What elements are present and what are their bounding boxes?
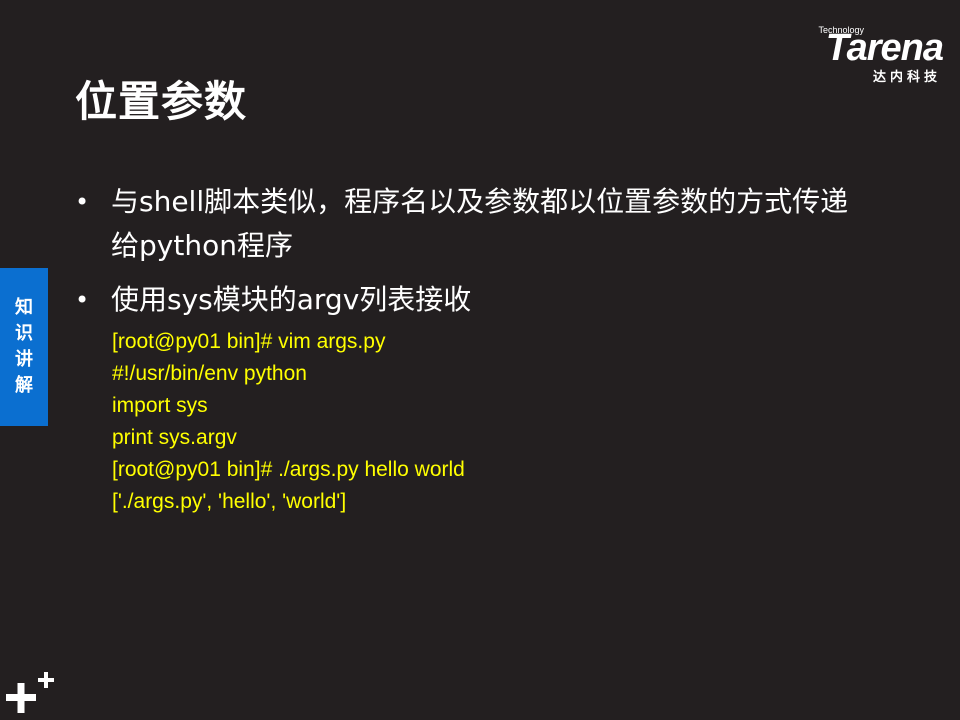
code-line: ['./args.py', 'hello', 'world'] (112, 490, 347, 513)
code-line: [root@py01 bin]# ./args.py hello world (112, 458, 465, 481)
logo-wordmark: Tarena (825, 27, 944, 69)
bullet-text: 使用sys模块的argv列表接收 (111, 283, 472, 316)
bullet-item: • 使用sys模块的argv列表接收 (75, 278, 875, 322)
code-line: [root@py01 bin]# vim args.py (112, 330, 386, 353)
bullet-text: 与shell脚本类似，程序名以及参数都以位置参数的方式传递给python程序 (111, 185, 849, 262)
bullet-dot-icon: • (75, 188, 90, 216)
tarena-logo: Technology Tarena 达内科技 (783, 22, 944, 85)
bullet-list: • 与shell脚本类似，程序名以及参数都以位置参数的方式传递给python程序… (75, 180, 875, 322)
plus-plus-icon (6, 672, 54, 713)
code-block: [root@py01 bin]# vim args.py #!/usr/bin/… (112, 326, 465, 518)
bullet-item: • 与shell脚本类似，程序名以及参数都以位置参数的方式传递给python程序 (75, 180, 875, 268)
side-tab-label: 知识讲解 (15, 297, 33, 396)
code-line: #!/usr/bin/env python (112, 362, 307, 385)
slide: Technology Tarena 达内科技 位置参数 知识讲解 • 与shel… (0, 0, 960, 720)
logo-chinese-name: 达内科技 (872, 70, 941, 85)
code-line: import sys (112, 394, 208, 417)
side-tab: 知识讲解 (0, 268, 48, 426)
code-line: print sys.argv (112, 426, 237, 449)
bullet-dot-icon: • (75, 286, 90, 314)
slide-title: 位置参数 (75, 77, 248, 126)
